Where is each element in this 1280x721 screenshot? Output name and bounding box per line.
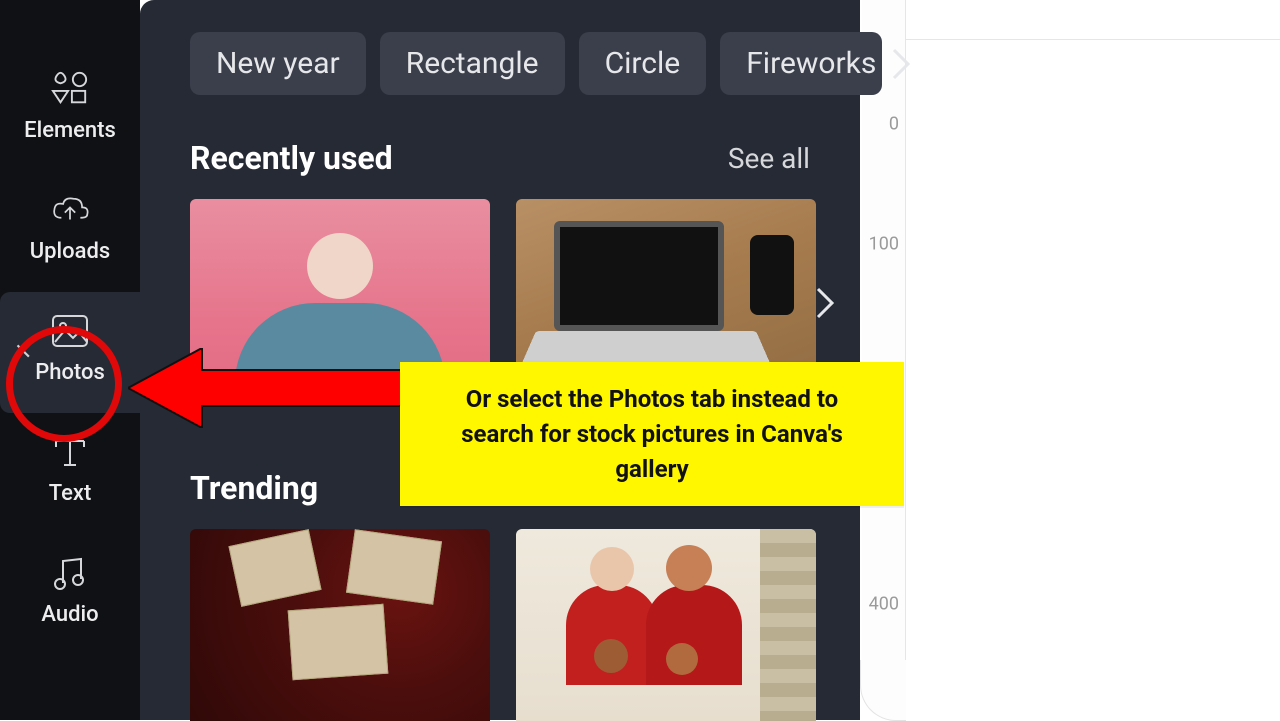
canvas-area[interactable]	[906, 40, 1280, 720]
section-title: Trending	[190, 469, 318, 507]
chips-scroll-right[interactable]	[888, 44, 914, 84]
sidebar-item-audio[interactable]: Audio	[0, 534, 140, 655]
annotation-callout: Or select the Photos tab instead to sear…	[400, 362, 904, 506]
chip-fireworks[interactable]: Fireworks	[720, 32, 882, 95]
ruler-corner	[861, 660, 906, 720]
sidebar-item-label: Uploads	[30, 239, 110, 264]
photo-thumbnail[interactable]	[516, 529, 816, 721]
sidebar-item-elements[interactable]: Elements	[0, 50, 140, 171]
sidebar-item-label: Audio	[41, 602, 98, 627]
sidebar-item-uploads[interactable]: Uploads	[0, 171, 140, 292]
photo-thumbnail[interactable]	[190, 529, 490, 721]
sidebar-item-label: Elements	[24, 118, 116, 143]
ruler-tick-label: 0	[889, 114, 899, 135]
suggestion-chips-row: New year Rectangle Circle Fireworks	[190, 32, 846, 95]
close-icon[interactable]: ✕	[14, 340, 32, 365]
ruler-tick-label: 400	[869, 594, 899, 615]
shapes-icon	[51, 70, 89, 108]
sidebar-item-label: Text	[49, 481, 92, 506]
section-header-recent: Recently used See all	[190, 139, 846, 177]
chip-new-year[interactable]: New year	[190, 32, 366, 95]
row-scroll-right[interactable]	[804, 273, 848, 333]
cloud-upload-icon	[51, 191, 89, 229]
see-all-link[interactable]: See all	[728, 142, 810, 175]
vertical-ruler: 0 100 400	[862, 0, 906, 720]
section-title: Recently used	[190, 139, 393, 177]
sidebar-item-text[interactable]: Text	[0, 413, 140, 534]
chip-rectangle[interactable]: Rectangle	[380, 32, 565, 95]
horizontal-ruler	[906, 0, 1280, 40]
sidebar-item-label: Photos	[35, 360, 105, 385]
music-note-icon	[51, 554, 89, 592]
text-icon	[51, 433, 89, 471]
trending-thumbnails-row	[190, 529, 846, 721]
image-icon	[51, 312, 89, 350]
photos-panel: New year Rectangle Circle Fireworks Rece…	[140, 0, 860, 720]
ruler-tick-label: 100	[869, 234, 899, 255]
chip-circle[interactable]: Circle	[579, 32, 707, 95]
